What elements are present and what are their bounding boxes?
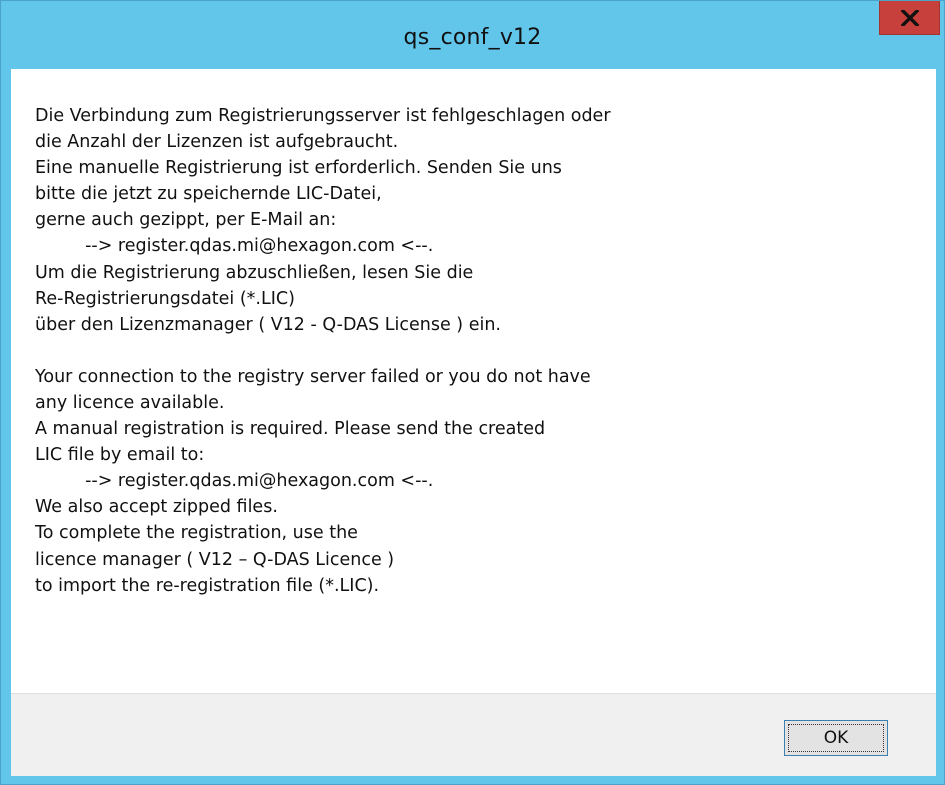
message-text: Die Verbindung zum Registrierungsserver …	[35, 103, 915, 599]
message-line: --> register.qdas.mi@hexagon.com <--.	[35, 471, 434, 492]
dialog-content: Die Verbindung zum Registrierungsserver …	[11, 69, 936, 776]
window-title: qs_conf_v12	[403, 25, 542, 50]
message-line: A manual registration is required. Pleas…	[35, 419, 546, 440]
button-bar: OK	[11, 693, 936, 776]
message-line: Die Verbindung zum Registrierungsserver …	[35, 106, 611, 126]
close-button[interactable]	[879, 1, 940, 35]
message-line: To complete the registration, use the	[35, 523, 358, 544]
message-line: to import the re-registration file (*.LI…	[35, 575, 380, 596]
title-bar[interactable]: qs_conf_v12	[1, 1, 944, 69]
message-line: Your connection to the registry server f…	[35, 366, 591, 387]
message-line: die Anzahl der Lizenzen ist aufgebraucht…	[35, 132, 399, 153]
message-line: Eine manuelle Registrierung ist erforder…	[35, 158, 562, 179]
close-icon	[900, 9, 919, 26]
ok-button-label: OK	[823, 728, 849, 748]
message-line: Um die Registrierung abzuschließen, lese…	[35, 262, 474, 283]
message-line: licence manager ( V12 – Q-DAS Licence )	[35, 549, 395, 570]
message-line: We also accept zipped files.	[35, 497, 278, 518]
ok-button[interactable]: OK	[784, 720, 888, 756]
message-line: --> register.qdas.mi@hexagon.com <--.	[35, 236, 434, 257]
message-line: Re-Registrierungsdatei (*.LIC)	[35, 288, 295, 309]
message-line: bitte die jetzt zu speichernde LIC-Datei…	[35, 184, 382, 205]
dialog-window: qs_conf_v12 Die Verbindung zum Registrie…	[0, 0, 945, 785]
message-line: gerne auch gezippt, per E-Mail an:	[35, 210, 337, 231]
message-line: LIC file by email to:	[35, 445, 205, 466]
message-line: über den Lizenzmanager ( V12 - Q-DAS Lic…	[35, 314, 501, 335]
message-line: any licence available.	[35, 392, 225, 413]
